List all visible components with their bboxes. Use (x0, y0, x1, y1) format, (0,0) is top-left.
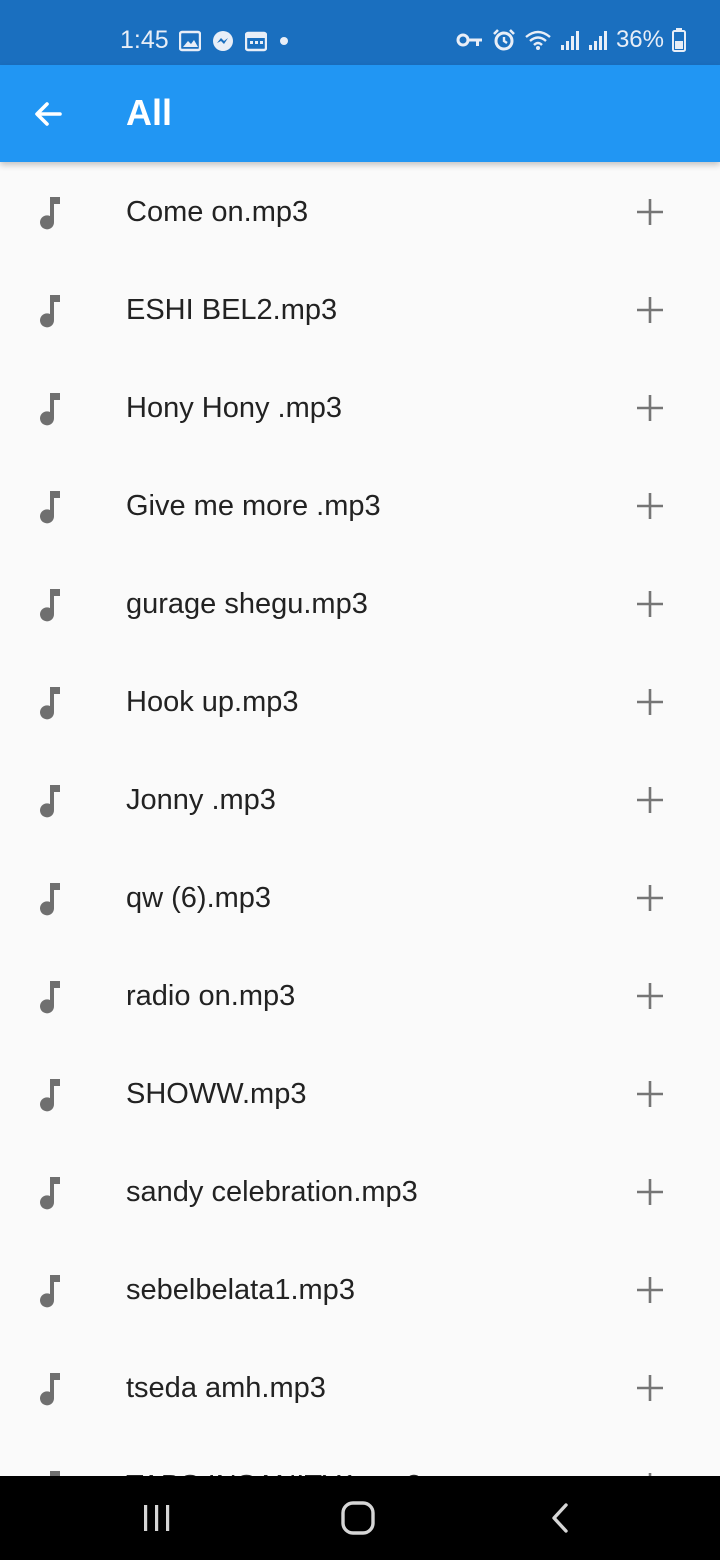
music-note-icon (40, 589, 60, 622)
list-item[interactable]: Hook up.mp3 (0, 653, 720, 751)
add-button[interactable] (630, 584, 670, 624)
song-name: Hony Hony .mp3 (126, 392, 342, 424)
add-icon (637, 395, 663, 421)
list-item[interactable]: Come on.mp3 (0, 163, 720, 261)
add-icon (637, 787, 663, 813)
list-item[interactable]: Jonny .mp3 (0, 751, 720, 849)
music-note-icon (40, 981, 60, 1014)
status-bar: 1:45 36% (0, 0, 720, 65)
home-button[interactable] (328, 1494, 388, 1542)
add-icon (637, 297, 663, 323)
song-list[interactable]: Come on.mp3 ESHI BEL2.mp3 Hony Hony .mp3 Gi… (0, 163, 720, 1476)
home-icon (341, 1501, 375, 1535)
signal-icon (588, 29, 608, 51)
music-note-icon (40, 1373, 60, 1406)
add-button[interactable] (630, 682, 670, 722)
song-name: Jonny .mp3 (126, 784, 276, 816)
recent-apps-button[interactable] (127, 1494, 187, 1542)
list-item[interactable]: sebelbelata1.mp3 (0, 1241, 720, 1339)
music-note-icon (50, 1471, 60, 1476)
music-note-icon (40, 1177, 60, 1210)
song-name: Come on.mp3 (126, 196, 309, 228)
add-button[interactable] (630, 976, 670, 1016)
list-item[interactable]: sandy celebration.mp3 (0, 1143, 720, 1241)
add-button[interactable] (630, 780, 670, 820)
music-note-icon (40, 1275, 60, 1308)
song-name: tseda amh.mp3 (126, 1372, 326, 1404)
gallery-icon (178, 30, 201, 52)
music-note-icon (40, 295, 60, 328)
music-note-icon (40, 197, 60, 230)
back-button[interactable] (22, 88, 74, 140)
song-name: SHOWW.mp3 (126, 1078, 307, 1110)
list-item[interactable]: Hony Hony .mp3 (0, 359, 720, 457)
nav-back-button[interactable] (530, 1494, 590, 1542)
alarm-icon (492, 28, 516, 52)
signal-icon (560, 29, 580, 51)
music-note-icon (40, 393, 60, 426)
list-item[interactable]: SHOWW.mp3 (0, 1045, 720, 1143)
song-name: TABS INSANITY1.mp3 (126, 1467, 422, 1476)
song-name: sebelbelata1.mp3 (126, 1274, 355, 1306)
add-icon (637, 1375, 663, 1401)
back-icon (552, 1503, 568, 1533)
add-button[interactable] (630, 1466, 670, 1476)
song-name: ESHI BEL2.mp3 (126, 294, 338, 326)
list-item[interactable]: Give me more .mp3 (0, 457, 720, 555)
add-button[interactable] (630, 486, 670, 526)
status-time: 1:45 (120, 26, 169, 54)
list-item[interactable]: ESHI BEL2.mp3 (0, 261, 720, 359)
song-name: Give me more .mp3 (126, 490, 381, 522)
music-note-icon (40, 687, 60, 720)
add-icon (637, 983, 663, 1009)
wifi-icon (524, 29, 552, 51)
song-name: radio on.mp3 (126, 980, 296, 1012)
system-nav-bar (0, 1476, 720, 1560)
add-button[interactable] (630, 1074, 670, 1114)
add-button[interactable] (630, 192, 670, 232)
add-icon (637, 199, 663, 225)
list-item[interactable]: TABS INSANITY1.mp3 (0, 1437, 720, 1476)
list-item[interactable]: tseda amh.mp3 (0, 1339, 720, 1437)
add-icon (637, 591, 663, 617)
add-icon (637, 885, 663, 911)
notification-dot-icon (277, 34, 291, 48)
page-title: All (126, 92, 173, 133)
messenger-icon (211, 29, 235, 53)
battery-icon (672, 28, 686, 52)
list-item[interactable]: radio on.mp3 (0, 947, 720, 1045)
music-note-icon (40, 785, 60, 818)
song-name: qw (6).mp3 (126, 882, 272, 914)
music-note-icon (40, 491, 60, 524)
add-button[interactable] (630, 1368, 670, 1408)
add-icon (637, 493, 663, 519)
song-name: gurage shegu.mp3 (126, 588, 368, 620)
song-name: sandy celebration.mp3 (126, 1176, 418, 1208)
status-left: 1:45 (120, 26, 291, 55)
vpn-key-icon (456, 30, 484, 50)
app-bar: All (0, 65, 720, 162)
list-item[interactable]: gurage shegu.mp3 (0, 555, 720, 653)
add-button[interactable] (630, 290, 670, 330)
status-right: 36% (456, 26, 686, 54)
recent-apps-icon (144, 1505, 170, 1531)
battery-percent: 36% (615, 26, 664, 53)
add-button[interactable] (630, 1172, 670, 1212)
add-icon (637, 1081, 663, 1107)
music-note-icon (40, 883, 60, 916)
add-icon (637, 689, 663, 715)
add-icon (637, 1277, 663, 1303)
add-button[interactable] (630, 388, 670, 428)
song-name: Hook up.mp3 (126, 686, 299, 718)
add-button[interactable] (630, 878, 670, 918)
list-item[interactable]: qw (6).mp3 (0, 849, 720, 947)
add-button[interactable] (630, 1270, 670, 1310)
calendar-icon (244, 30, 267, 52)
music-note-icon (40, 1079, 60, 1112)
add-icon (637, 1179, 663, 1205)
arrow-back-icon (35, 102, 62, 126)
